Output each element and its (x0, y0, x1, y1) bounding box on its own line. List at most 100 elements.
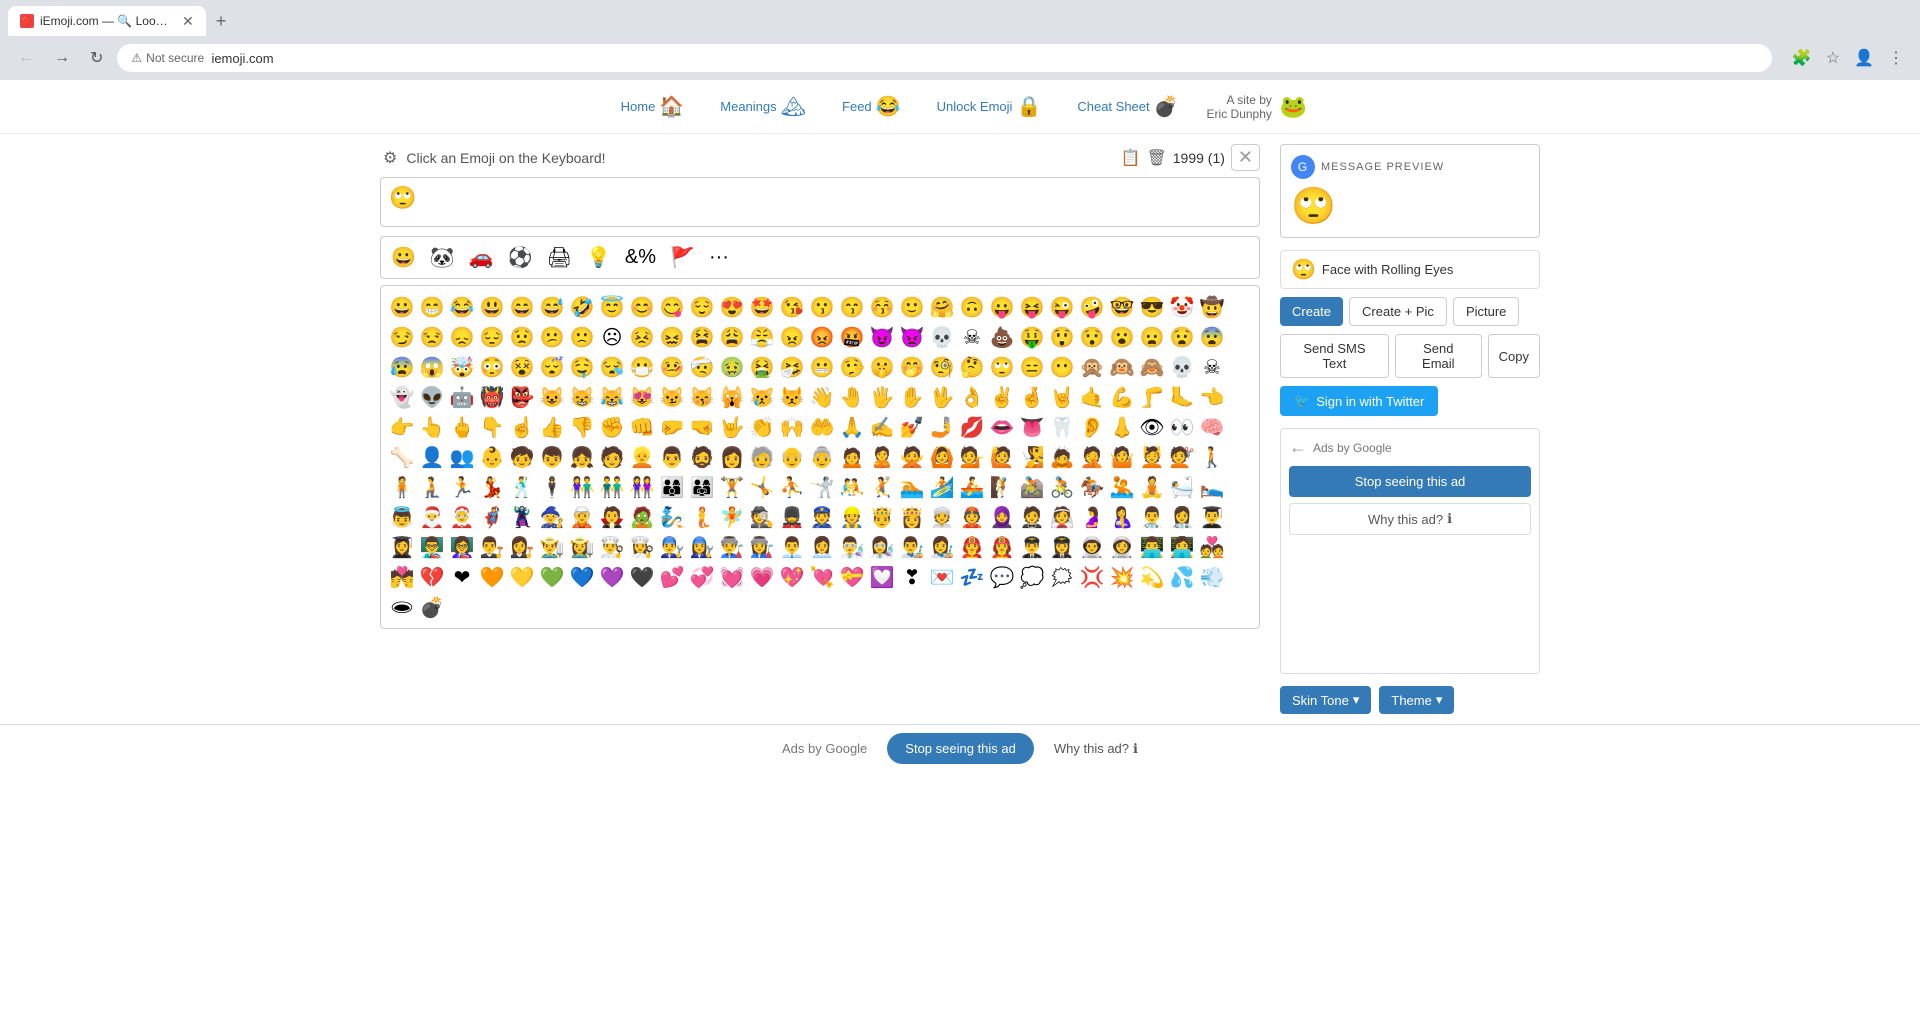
back-button[interactable]: ← (12, 45, 40, 71)
emoji-cell[interactable]: 🙂 (897, 292, 927, 322)
emoji-cell[interactable]: 😹 (597, 382, 627, 412)
emoji-cell[interactable]: 😬 (807, 352, 837, 382)
emoji-cell[interactable]: 💖 (777, 562, 807, 592)
emoji-cell[interactable]: 🦸 (477, 502, 507, 532)
emoji-cell[interactable]: 🤖 (447, 382, 477, 412)
emoji-cell[interactable]: 💓 (717, 562, 747, 592)
emoji-cell[interactable]: 🕺 (507, 472, 537, 502)
emoji-cell[interactable]: 🧕 (987, 502, 1017, 532)
theme-button[interactable]: Theme ▾ (1379, 686, 1454, 714)
emoji-cell[interactable]: 😼 (657, 382, 687, 412)
settings-button[interactable]: ⚙ (380, 145, 400, 171)
emoji-cell[interactable]: 👱 (627, 442, 657, 472)
forward-button[interactable]: → (48, 45, 76, 71)
emoji-cell[interactable]: 🤷 (1107, 442, 1137, 472)
profile-button[interactable]: 👤 (1850, 44, 1878, 72)
emoji-cell[interactable]: 😀 (387, 292, 417, 322)
emoji-cell[interactable]: 🤒 (657, 352, 687, 382)
emoji-cell[interactable]: 👹 (477, 382, 507, 412)
emoji-cell[interactable]: 🖖 (927, 382, 957, 412)
emoji-cell[interactable]: 😌 (687, 292, 717, 322)
emoji-cell[interactable]: 🏋 (717, 472, 747, 502)
emoji-cell[interactable]: 😖 (657, 322, 687, 352)
emoji-cell[interactable]: 😾 (777, 382, 807, 412)
emoji-cell[interactable]: ☠ (957, 322, 987, 352)
emoji-cell[interactable]: 👷 (837, 502, 867, 532)
emoji-cell[interactable]: 🧜 (687, 502, 717, 532)
emoji-cell[interactable]: ✋ (897, 382, 927, 412)
emoji-cell[interactable]: 🧝 (567, 502, 597, 532)
emoji-cell[interactable]: 🧠 (1197, 412, 1227, 442)
emoji-cell[interactable]: 👊 (627, 412, 657, 442)
emoji-cell[interactable]: 🙁 (567, 322, 597, 352)
twitter-signin-button[interactable]: 🐦 Sign in with Twitter (1280, 386, 1438, 416)
emoji-cell[interactable]: 💚 (537, 562, 567, 592)
emoji-cell[interactable]: 🤮 (747, 352, 777, 382)
reload-button[interactable]: ↻ (84, 44, 109, 72)
emoji-cell[interactable]: 👵 (807, 442, 837, 472)
emoji-cell[interactable]: 🤸 (747, 472, 777, 502)
emoji-cell[interactable]: 👎 (567, 412, 597, 442)
emoji-cell[interactable]: 🤡 (1167, 292, 1197, 322)
emoji-cell[interactable]: 👨‍⚕️ (1137, 502, 1167, 532)
emoji-cell[interactable]: 💥 (1107, 562, 1137, 592)
emoji-cell[interactable]: 😱 (417, 352, 447, 382)
emoji-cell[interactable]: 💨 (1197, 562, 1227, 592)
emoji-cell[interactable]: 🤼 (837, 472, 867, 502)
emoji-cell[interactable]: 🤴 (867, 502, 897, 532)
emoji-cell[interactable]: ❣ (897, 562, 927, 592)
emoji-cell[interactable]: 🧐 (927, 352, 957, 382)
emoji-cell[interactable]: 🧡 (477, 562, 507, 592)
emoji-cell[interactable]: 👩‍⚖️ (507, 532, 537, 562)
emoji-cell[interactable]: 🧟 (627, 502, 657, 532)
emoji-cell[interactable]: 💑 (1197, 532, 1227, 562)
emoji-cell[interactable]: 👃 (1107, 412, 1137, 442)
emoji-cell[interactable]: ✍ (867, 412, 897, 442)
emoji-cell[interactable]: 🧏 (1017, 442, 1047, 472)
emoji-cell[interactable]: 😫 (687, 322, 717, 352)
emoji-cell[interactable]: 🙀 (717, 382, 747, 412)
cat-more[interactable]: ··· (703, 242, 735, 273)
emoji-cell[interactable]: 😴 (537, 352, 567, 382)
cat-objects[interactable]: 🖨 (541, 241, 578, 274)
emoji-cell[interactable]: 🖤 (627, 562, 657, 592)
emoji-cell[interactable]: 💇 (1167, 442, 1197, 472)
emoji-cell[interactable]: 🤔 (957, 352, 987, 382)
emoji-cell[interactable]: 😑 (1017, 352, 1047, 382)
emoji-cell[interactable]: 🤗 (927, 292, 957, 322)
emoji-cell[interactable]: 😈 (867, 322, 897, 352)
emoji-cell[interactable]: 👆 (417, 412, 447, 442)
emoji-cell[interactable]: 🕵 (747, 502, 777, 532)
emoji-cell[interactable]: 🤣 (567, 292, 597, 322)
emoji-cell[interactable]: 🙍 (837, 442, 867, 472)
emoji-cell[interactable]: 💢 (1077, 562, 1107, 592)
emoji-cell[interactable]: 😄 (507, 292, 537, 322)
emoji-cell[interactable]: 🤤 (567, 352, 597, 382)
extensions-button[interactable]: 🧩 (1788, 44, 1816, 72)
clear-button[interactable]: 🗑 (1146, 148, 1166, 168)
emoji-cell[interactable]: 😳 (477, 352, 507, 382)
emoji-cell[interactable]: 👼 (387, 502, 417, 532)
bookmark-button[interactable]: ☆ (1822, 44, 1844, 72)
nav-home[interactable]: Home 🏠 (613, 90, 693, 123)
emoji-cell[interactable]: 🤩 (747, 292, 777, 322)
emoji-cell[interactable]: 😃 (477, 292, 507, 322)
emoji-cell[interactable]: 👨‍🔬 (837, 532, 867, 562)
emoji-cell[interactable]: 🤱 (1107, 502, 1137, 532)
emoji-cell[interactable]: 👀 (1167, 412, 1197, 442)
emoji-cell[interactable]: 🧚 (717, 502, 747, 532)
emoji-cell[interactable]: 👩‍🌾 (567, 532, 597, 562)
emoji-cell[interactable]: 👥 (447, 442, 477, 472)
emoji-cell[interactable]: 👲 (957, 502, 987, 532)
emoji-cell[interactable]: 🧛 (597, 502, 627, 532)
emoji-cell[interactable]: 💀 (1167, 352, 1197, 382)
emoji-cell[interactable]: 🤘 (1047, 382, 1077, 412)
emoji-cell[interactable]: 👩‍🏫 (447, 532, 477, 562)
emoji-cell[interactable]: 🤪 (1077, 292, 1107, 322)
emoji-cell[interactable]: 👩‍💻 (1167, 532, 1197, 562)
emoji-cell[interactable]: 👅 (1017, 412, 1047, 442)
emoji-cell[interactable]: 🦴 (387, 442, 417, 472)
emoji-cell[interactable]: 🕳 (387, 592, 417, 622)
emoji-cell[interactable]: 🤦 (1077, 442, 1107, 472)
emoji-cell[interactable]: 👩‍⚕️ (1167, 502, 1197, 532)
